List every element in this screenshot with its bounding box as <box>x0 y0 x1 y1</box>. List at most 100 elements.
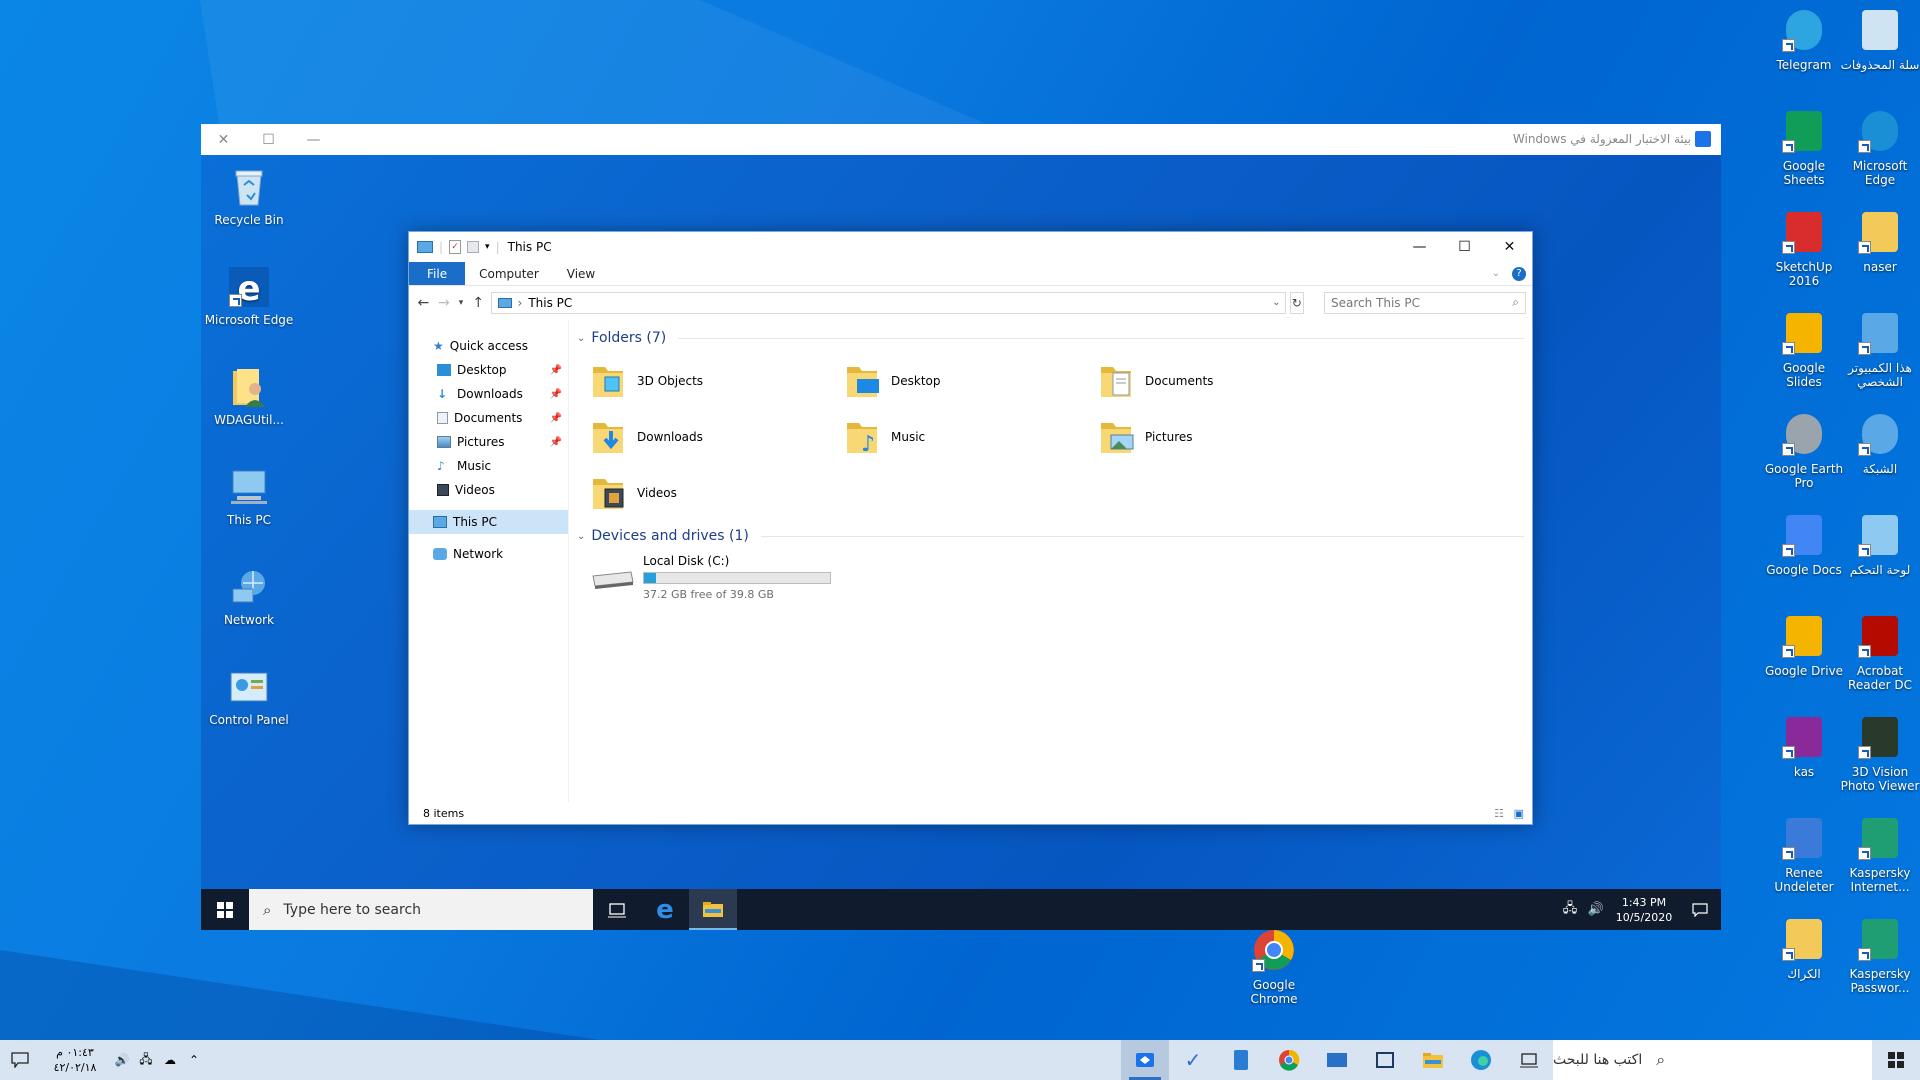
folder-item[interactable]: Desktop <box>843 356 1097 406</box>
maximize-button[interactable]: ☐ <box>1442 232 1487 262</box>
nav-item-desktop[interactable]: Desktop 📌 <box>409 358 568 382</box>
guest-icon-wdagutil[interactable]: WDAGUtil... <box>204 365 294 427</box>
desktop-icon-google-slides[interactable]: Google Slides <box>1764 309 1844 389</box>
taskbar-word-button[interactable] <box>1217 1040 1265 1080</box>
desktop-icon-google-earth[interactable]: Google Earth Pro <box>1764 410 1844 490</box>
forward-button[interactable]: → <box>436 291 453 315</box>
guest-icon-control-panel[interactable]: Control Panel <box>204 665 294 727</box>
desktop-icon-kaspersky[interactable]: Kaspersky Internet... <box>1840 814 1920 894</box>
nav-item-network[interactable]: Network <box>409 542 568 566</box>
task-view-button[interactable] <box>1505 1040 1553 1080</box>
desktop-icon-network[interactable]: الشبكة <box>1840 410 1920 476</box>
taskbar-chrome-button[interactable] <box>1265 1040 1313 1080</box>
desktop-icon-google-docs[interactable]: Google Docs <box>1764 511 1844 577</box>
large-icons-view-button[interactable]: ▣ <box>1514 807 1524 820</box>
taskbar-store-button[interactable] <box>1361 1040 1409 1080</box>
address-dropdown-icon[interactable]: ⌄ <box>1272 297 1280 308</box>
nav-item-pictures[interactable]: Pictures 📌 <box>409 430 568 454</box>
task-view-button[interactable] <box>593 889 641 930</box>
desktop-icon-acrobat[interactable]: Acrobat Reader DC <box>1840 612 1920 692</box>
nav-item-videos[interactable]: Videos <box>409 478 568 502</box>
sandbox-minimize-button[interactable]: — <box>291 124 336 155</box>
nav-item-quick-access[interactable]: ★ Quick access <box>409 334 568 358</box>
host-start-button[interactable] <box>1872 1040 1920 1080</box>
nav-item-downloads[interactable]: ↓ Downloads 📌 <box>409 382 568 406</box>
taskbar-sandbox-button[interactable] <box>1121 1040 1169 1080</box>
close-button[interactable]: ✕ <box>1487 232 1532 262</box>
folders-group-header[interactable]: ⌄ Folders (7) <box>577 326 1524 350</box>
guest-icon-network[interactable]: Network <box>204 565 294 627</box>
desktop-icon-winrar[interactable]: kas <box>1764 713 1844 779</box>
folder-item[interactable]: Videos <box>589 468 843 518</box>
taskbar-edge-button[interactable] <box>1457 1040 1505 1080</box>
drive-item-local-disk[interactable]: Local Disk (C:) 37.2 GB free of 39.8 GB <box>577 548 1524 601</box>
desktop-icon-this-pc[interactable]: هذا الكمبيوتر الشخصي <box>1840 309 1920 389</box>
taskbar-file-explorer-button[interactable] <box>1409 1040 1457 1080</box>
folder-item[interactable]: Downloads <box>589 412 843 462</box>
sandbox-close-button[interactable]: ✕ <box>201 124 246 155</box>
taskbar-search-box[interactable]: ⌕ Type here to search <box>249 889 593 930</box>
notification-center-button[interactable] <box>1679 889 1721 930</box>
folder-item[interactable]: ♪ Music <box>843 412 1097 462</box>
host-search-box[interactable]: ⌕ اكتب هنا للبحث <box>1553 1040 1872 1080</box>
guest-icon-this-pc[interactable]: This PC <box>204 465 294 527</box>
desktop-icon-google-chrome[interactable]: Google Chrome <box>1231 926 1317 1006</box>
nav-item-documents[interactable]: Documents 📌 <box>409 406 568 430</box>
volume-tray-icon[interactable]: 🔊 <box>1583 889 1609 930</box>
desktop-icon-3d-vision[interactable]: 3D Vision Photo Viewer <box>1840 713 1920 793</box>
desktop-icon-folder[interactable]: الكراك <box>1764 915 1844 981</box>
up-button[interactable]: ↑ <box>470 291 487 315</box>
network-tray-icon[interactable]: 🖧 <box>134 1040 158 1080</box>
taskbar-file-explorer-button[interactable] <box>689 889 737 930</box>
start-button[interactable] <box>201 889 249 930</box>
address-bar[interactable]: › This PC ⌄ <box>490 291 1286 314</box>
folder-item[interactable]: Pictures <box>1097 412 1351 462</box>
control-panel-icon <box>1856 511 1904 559</box>
taskbar-clock[interactable]: 1:43 PM 10/5/2020 <box>1609 895 1679 925</box>
volume-tray-icon[interactable]: 🔊 <box>110 1040 134 1080</box>
guest-icon-microsoft-edge[interactable]: e Microsoft Edge <box>204 265 294 327</box>
nav-item-this-pc[interactable]: This PC <box>409 510 568 534</box>
help-icon[interactable]: ? <box>1512 266 1526 281</box>
desktop-icon-telegram[interactable]: Telegram <box>1764 6 1844 72</box>
action-center-button[interactable] <box>0 1040 40 1080</box>
onedrive-tray-icon[interactable]: ☁ <box>158 1040 182 1080</box>
desktop-icon-user-folder[interactable]: naser <box>1840 208 1920 274</box>
tab-computer[interactable]: Computer <box>465 262 553 285</box>
breadcrumb[interactable]: This PC <box>528 296 572 310</box>
back-button[interactable]: ← <box>415 291 432 315</box>
folder-item[interactable]: Documents <box>1097 356 1351 406</box>
tab-file[interactable]: File <box>409 262 466 285</box>
desktop-icon-edge[interactable]: Microsoft Edge <box>1840 107 1920 187</box>
expand-ribbon-icon[interactable]: ⌄ <box>1492 268 1500 279</box>
search-input[interactable]: Search This PC ⌕ <box>1323 291 1526 314</box>
sandbox-taskbar: ⌕ Type here to search e 🖧 🔊 1:43 PM 10/5… <box>201 889 1721 930</box>
taskbar-todo-button[interactable]: ✓ <box>1169 1040 1217 1080</box>
refresh-button[interactable]: ↻ <box>1289 291 1304 314</box>
details-view-button[interactable]: ☷ <box>1494 807 1504 820</box>
desktop-icon-kaspersky-password[interactable]: Kaspersky Passwor... <box>1840 915 1920 995</box>
nav-item-music[interactable]: ♪ Music <box>409 454 568 478</box>
properties-quick-button[interactable]: ✓ <box>449 240 462 254</box>
host-clock[interactable]: ٠١:٤٣ م ٤٢/٠٢/١٨ <box>40 1045 110 1075</box>
tab-view[interactable]: View <box>553 262 609 285</box>
taskbar-edge-button[interactable]: e <box>641 889 689 930</box>
taskbar-mail-button[interactable] <box>1313 1040 1361 1080</box>
desktop-icon-control-panel[interactable]: لوحة التحكم <box>1840 511 1920 577</box>
devices-group-header[interactable]: ⌄ Devices and drives (1) <box>577 524 1524 548</box>
minimize-button[interactable]: — <box>1397 232 1442 262</box>
new-folder-quick-button[interactable] <box>467 241 480 253</box>
desktop-icon-google-drive[interactable]: Google Drive <box>1764 612 1844 678</box>
file-explorer-icon <box>703 901 723 917</box>
guest-icon-recycle-bin[interactable]: Recycle Bin <box>204 165 294 227</box>
desktop-icon-sketchup[interactable]: SketchUp 2016 <box>1764 208 1844 288</box>
chevron-up-icon[interactable]: ⌃ <box>182 1040 206 1080</box>
network-tray-icon[interactable]: 🖧 <box>1557 889 1583 930</box>
sandbox-maximize-button[interactable]: ☐ <box>246 124 291 155</box>
quick-access-toolbar-dropdown[interactable]: ▾ <box>485 242 490 252</box>
desktop-icon-recycle-bin[interactable]: سلة المحذوفات <box>1840 6 1920 72</box>
folder-item[interactable]: 3D Objects <box>589 356 843 406</box>
desktop-icon-renee[interactable]: Renee Undeleter <box>1764 814 1844 894</box>
recent-locations-button[interactable]: ▾ <box>456 291 466 315</box>
desktop-icon-google-sheets[interactable]: Google Sheets <box>1764 107 1844 187</box>
